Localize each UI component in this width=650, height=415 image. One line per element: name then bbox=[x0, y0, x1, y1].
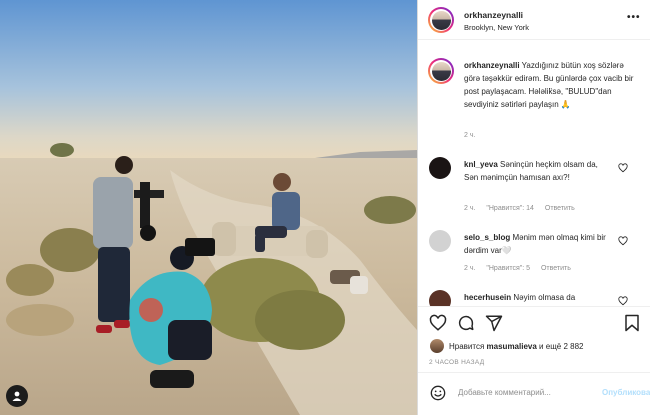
caption-username[interactable]: orkhanzeynalli bbox=[464, 61, 520, 70]
heart-icon[interactable] bbox=[429, 314, 447, 332]
likes-summary[interactable]: Нравится masumalieva и ещё 2 882 bbox=[449, 342, 583, 351]
more-options-icon[interactable]: ••• bbox=[627, 12, 641, 23]
comment-input[interactable]: Добавьте комментарий... bbox=[458, 388, 551, 397]
liker-avatar[interactable] bbox=[430, 339, 444, 353]
publish-button[interactable]: Опубликовать bbox=[602, 388, 650, 397]
author-avatar[interactable] bbox=[428, 7, 454, 33]
author-username[interactable]: orkhanzeynalli bbox=[464, 10, 523, 20]
caption-avatar[interactable] bbox=[428, 58, 454, 84]
user-tag-icon[interactable] bbox=[6, 385, 28, 407]
comment-body: knl_yeva Səninçün heçkim olsam da, Sən m… bbox=[464, 159, 614, 184]
commenter-avatar[interactable] bbox=[429, 230, 451, 252]
post-location[interactable]: Brooklyn, New York bbox=[464, 23, 529, 32]
share-icon[interactable] bbox=[485, 314, 503, 332]
post-sidebar: orkhanzeynalli Brooklyn, New York ••• or… bbox=[417, 0, 650, 415]
photo-scene bbox=[0, 0, 417, 415]
comment-username[interactable]: knl_yeva bbox=[464, 160, 498, 169]
comment-like-heart-icon[interactable] bbox=[618, 163, 628, 173]
add-comment-bar: Добавьте комментарий... Опубликовать bbox=[418, 372, 650, 415]
emoji-icon[interactable] bbox=[430, 385, 446, 401]
comment-likes[interactable]: "Нравится": 5 bbox=[486, 265, 530, 272]
user-tag-glyph bbox=[12, 391, 22, 401]
comment-reply-button[interactable]: Ответить bbox=[541, 265, 571, 272]
caption-time: 2 ч. bbox=[464, 132, 476, 139]
comment-meta: 2 ч. "Нравится": 5 Ответить bbox=[464, 265, 580, 272]
bookmark-icon[interactable] bbox=[624, 314, 640, 332]
comment-time: 2 ч. bbox=[464, 205, 476, 212]
comment-text: Nəyim olmasa da bbox=[513, 293, 576, 302]
comment-icon[interactable] bbox=[457, 314, 475, 332]
likes-prefix: Нравится bbox=[449, 342, 485, 351]
instagram-post-modal: orkhanzeynalli Brooklyn, New York ••• or… bbox=[0, 0, 650, 415]
post-photo[interactable] bbox=[0, 0, 417, 415]
comment-body: selo_s_blog Mənim mən olmaq kimi bir dər… bbox=[464, 232, 614, 257]
comments-list[interactable]: orkhanzeynalli Yazdığınız bütün xoş sözl… bbox=[418, 41, 650, 306]
commenter-avatar[interactable] bbox=[429, 290, 451, 306]
comment-body: hecerhusein Nəyim olmasa da bbox=[464, 292, 614, 305]
comment-likes[interactable]: "Нравится": 14 bbox=[486, 205, 534, 212]
comment-like-heart-icon[interactable] bbox=[618, 296, 628, 306]
comment-time: 2 ч. bbox=[464, 265, 476, 272]
comment-username[interactable]: hecerhusein bbox=[464, 293, 511, 302]
post-caption: orkhanzeynalli Yazdığınız bütün xoş sözl… bbox=[464, 59, 634, 111]
comment-meta: 2 ч. "Нравится": 14 Ответить bbox=[464, 205, 584, 212]
likes-suffix[interactable]: и ещё 2 882 bbox=[539, 342, 583, 351]
comment-username[interactable]: selo_s_blog bbox=[464, 233, 510, 242]
post-time-ago[interactable]: 2 ЧАСОВ НАЗАД bbox=[429, 359, 484, 366]
likes-user[interactable]: masumalieva bbox=[487, 342, 537, 351]
commenter-avatar[interactable] bbox=[429, 157, 451, 179]
comment-reply-button[interactable]: Ответить bbox=[545, 205, 575, 212]
post-header: orkhanzeynalli Brooklyn, New York ••• bbox=[418, 0, 650, 40]
comment-like-heart-icon[interactable] bbox=[618, 236, 628, 246]
